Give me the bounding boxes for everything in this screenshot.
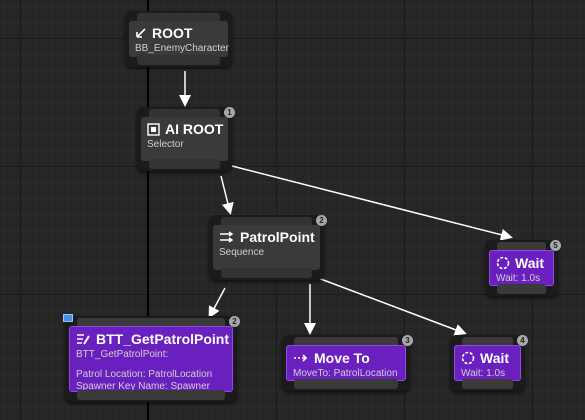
execution-order-badge: 2 bbox=[316, 215, 327, 226]
patrol-output-pin[interactable] bbox=[221, 268, 312, 278]
execution-order-badge: 2 bbox=[229, 316, 240, 327]
root-output-pin[interactable] bbox=[137, 55, 220, 65]
wait5-bottom-pin bbox=[497, 284, 546, 294]
patrol-subtitle: Sequence bbox=[219, 247, 265, 258]
airoot-body: AI ROOT Selector bbox=[141, 117, 228, 161]
node-root[interactable]: ROOT BB_EnemyCharacter bbox=[125, 11, 232, 67]
root-icon bbox=[135, 27, 147, 39]
btt-param-patrol-location: Patrol Location: PatrolLocation bbox=[76, 369, 213, 380]
wait-icon bbox=[496, 256, 510, 270]
patrol-title: PatrolPoint bbox=[240, 229, 315, 245]
node-patrol-point[interactable]: PatrolPoint Sequence 2 bbox=[209, 215, 327, 280]
execution-order-badge: 4 bbox=[517, 335, 528, 346]
move-to-icon bbox=[293, 353, 309, 363]
execution-order-badge: 3 bbox=[402, 335, 413, 346]
wire-patrol-btt bbox=[208, 287, 226, 319]
moveto-body: Move To MoveTo: PatrolLocation bbox=[286, 345, 406, 381]
root-subtitle: BB_EnemyCharacter bbox=[135, 43, 229, 54]
wait4-bottom-pin bbox=[462, 379, 513, 389]
btt-title: BTT_GetPatrolPoint bbox=[96, 331, 230, 347]
sequence-icon bbox=[219, 231, 235, 243]
airoot-output-pin[interactable] bbox=[149, 159, 220, 169]
blueprint-task-icon bbox=[76, 333, 91, 346]
btt-subtitle: BTT_GetPatrolPoint: bbox=[76, 349, 169, 360]
execution-order-badge: 1 bbox=[224, 107, 235, 118]
wait4-title: Wait bbox=[480, 350, 510, 366]
blueprint-icon bbox=[63, 314, 73, 322]
btt-bottom-pin bbox=[77, 390, 225, 400]
node-wait-5[interactable]: Wait Wait: 1.0s 5 bbox=[485, 240, 561, 296]
btt-body: BTT_GetPatrolPoint BTT_GetPatrolPoint: P… bbox=[69, 326, 233, 392]
node-ai-root[interactable]: AI ROOT Selector 1 bbox=[137, 107, 235, 171]
wire-airoot-patrol bbox=[220, 175, 234, 215]
root-body: ROOT BB_EnemyCharacter bbox=[129, 21, 229, 57]
node-btt-get-patrol-point[interactable]: BTT_GetPatrolPoint BTT_GetPatrolPoint: P… bbox=[63, 314, 240, 402]
selector-icon bbox=[147, 122, 160, 136]
root-title: ROOT bbox=[152, 25, 193, 41]
wire-patrol-wait4 bbox=[317, 277, 467, 336]
execution-order-badge: 5 bbox=[550, 240, 561, 251]
wait5-title: Wait bbox=[515, 255, 545, 271]
wait5-body: Wait Wait: 1.0s bbox=[489, 250, 554, 286]
behavior-tree-graph[interactable]: ROOT BB_EnemyCharacter AI ROOT Selector … bbox=[0, 0, 585, 420]
airoot-title: AI ROOT bbox=[165, 121, 224, 137]
moveto-bottom-pin bbox=[294, 379, 398, 389]
node-move-to[interactable]: Move To MoveTo: PatrolLocation 3 bbox=[282, 335, 413, 391]
node-wait-4[interactable]: Wait Wait: 1.0s 4 bbox=[450, 335, 528, 391]
patrol-body: PatrolPoint Sequence bbox=[213, 225, 320, 270]
wait-icon bbox=[461, 351, 475, 365]
airoot-subtitle: Selector bbox=[147, 139, 184, 150]
moveto-title: Move To bbox=[314, 350, 370, 366]
wait4-body: Wait Wait: 1.0s bbox=[454, 345, 521, 381]
